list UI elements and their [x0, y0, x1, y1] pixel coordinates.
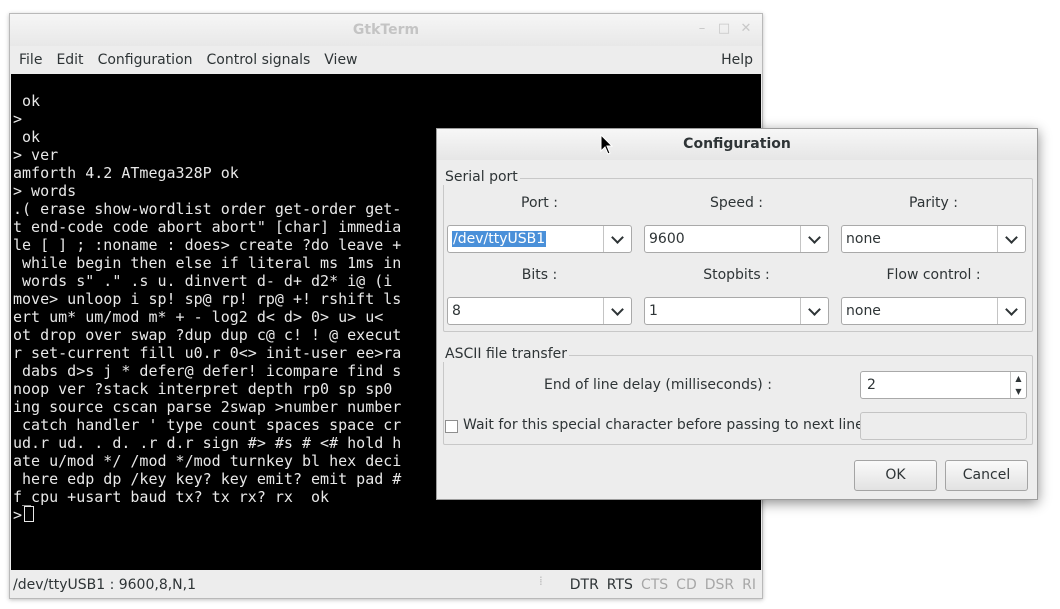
terminal-line: ok: [13, 128, 41, 146]
terminal-line: words s" ." .s u. dinvert d- d+ d2* i@ (…: [13, 272, 393, 290]
speed-label: Speed :: [709, 195, 764, 211]
chevron-down-icon: [808, 302, 821, 316]
serial-port-frame-label: Serial port: [443, 169, 520, 185]
terminal-cursor: [24, 506, 35, 522]
wait-character-label[interactable]: Wait for this special character before p…: [463, 417, 873, 433]
signal-dsr: DSR: [704, 576, 735, 593]
menu-control-signals[interactable]: Control signals: [200, 52, 318, 68]
port-dropdown-button[interactable]: [603, 226, 631, 252]
window-title: GtkTerm: [352, 22, 420, 38]
separator-grip-icon: ⁞: [539, 574, 543, 588]
menu-view[interactable]: View: [317, 52, 364, 68]
mouse-pointer-icon: [600, 134, 613, 155]
spin-up-icon[interactable]: ▲: [1015, 374, 1021, 383]
terminal-line: r set-current fill u0.r 0<> init-user ee…: [13, 344, 402, 362]
parity-value: none: [846, 231, 881, 247]
terminal-line: catch handler ' type count spaces space …: [13, 416, 402, 434]
stopbits-value: 1: [649, 303, 658, 319]
terminal-line: t end-code code abort abort" [char] imme…: [13, 218, 402, 236]
chevron-down-icon: [1005, 230, 1018, 244]
stopbits-label: Stopbits :: [703, 267, 770, 283]
menu-edit[interactable]: Edit: [49, 52, 90, 68]
chevron-down-icon: [611, 302, 624, 316]
menu-help[interactable]: Help: [714, 52, 760, 68]
flow-control-value: none: [846, 303, 881, 319]
ascii-transfer-frame-label: ASCII file transfer: [443, 346, 570, 362]
minimize-icon[interactable]: –: [694, 20, 710, 38]
dialog-titlebar[interactable]: Configuration: [437, 129, 1037, 160]
terminal-line: f_cpu +usart baud tx? tx rx? rx ok: [13, 488, 330, 506]
terminal-line: ert um* um/mod m* + - log2 d< d> 0> u> u…: [13, 308, 393, 326]
terminal-line: ud.r ud. . d. .r d.r sign #> #s # <# hol…: [13, 434, 402, 452]
statusbar: /dev/ttyUSB1 : 9600,8,N,1 ⁞ DTR RTS CTS …: [10, 571, 762, 598]
port-label: Port :: [521, 195, 558, 211]
port-combo[interactable]: /dev/ttyUSB1: [447, 225, 632, 253]
close-icon[interactable]: ✕: [738, 20, 754, 38]
speed-combo[interactable]: 9600: [644, 225, 829, 253]
terminal-line: while begin then else if literal ms 1ms …: [13, 254, 402, 272]
flow-control-label: Flow control :: [886, 267, 981, 283]
speed-dropdown-button[interactable]: [800, 226, 828, 252]
terminal-line: ing source cscan parse 2swap >number num…: [13, 398, 402, 416]
signal-dtr: DTR: [569, 576, 599, 593]
flow-control-combo[interactable]: none: [841, 297, 1026, 325]
terminal-line: .( erase show-wordlist order get-order g…: [13, 200, 402, 218]
speed-value[interactable]: 9600: [649, 231, 685, 247]
terminal-line: move> unloop i sp! sp@ rp! rp@ +! rshift…: [13, 290, 402, 308]
bits-combo[interactable]: 8: [447, 297, 632, 325]
chevron-down-icon: [808, 230, 821, 244]
signal-cts: CTS: [640, 576, 669, 593]
ok-button[interactable]: OK: [854, 460, 937, 491]
flow-control-dropdown-button[interactable]: [997, 298, 1025, 324]
menubar: File Edit Configuration Control signals …: [10, 46, 762, 74]
port-value[interactable]: /dev/ttyUSB1: [452, 231, 547, 247]
cancel-button[interactable]: Cancel: [945, 460, 1028, 491]
terminal-line: ot drop over swap ?dup dup c@ c! ! @ exe…: [13, 326, 402, 344]
terminal-line: noop ver ?stack interpret depth rp0 sp s…: [13, 380, 402, 398]
eol-delay-label: End of line delay (milliseconds) :: [544, 377, 772, 393]
terminal-line: >: [13, 110, 23, 128]
bits-value: 8: [452, 303, 461, 319]
maximize-icon[interactable]: □: [716, 20, 732, 38]
terminal-line: le [ ] ; :noname : does> create ?do leav…: [13, 236, 402, 254]
menu-configuration[interactable]: Configuration: [91, 52, 200, 68]
chevron-down-icon: [611, 230, 624, 244]
window-titlebar[interactable]: GtkTerm – □ ✕: [10, 14, 762, 46]
terminal-line: dabs d>s j * defer@ defer! icompare find…: [13, 362, 402, 380]
signal-ri: RI: [742, 576, 756, 593]
dialog-title: Configuration: [683, 136, 791, 152]
eol-delay-value[interactable]: 2: [867, 377, 876, 393]
terminal-line: here edp dp /key key? key emit? emit pad…: [13, 470, 402, 488]
terminal-line: ok: [13, 92, 41, 110]
terminal-line: > ver: [13, 146, 59, 164]
wait-character-checkbox[interactable]: [445, 420, 458, 433]
configuration-dialog: Configuration Serial port Port : Speed :…: [436, 128, 1038, 500]
eol-delay-spinner[interactable]: 2 ▲ ▼: [860, 371, 1027, 399]
chevron-down-icon: [1005, 302, 1018, 316]
terminal-prompt: >: [13, 506, 23, 524]
parity-combo[interactable]: none: [841, 225, 1026, 253]
parity-dropdown-button[interactable]: [997, 226, 1025, 252]
menu-file[interactable]: File: [12, 52, 49, 68]
terminal-line: ate u/mod */ /mod */mod turnkey bl hex d…: [13, 452, 402, 470]
stopbits-combo[interactable]: 1: [644, 297, 829, 325]
terminal-line: amforth 4.2 ATmega328P ok: [13, 164, 239, 182]
bits-dropdown-button[interactable]: [603, 298, 631, 324]
spin-down-icon[interactable]: ▼: [1015, 387, 1021, 396]
signal-cd: CD: [676, 576, 697, 593]
stopbits-dropdown-button[interactable]: [800, 298, 828, 324]
parity-label: Parity :: [909, 195, 958, 211]
bits-label: Bits :: [521, 267, 558, 283]
wait-character-input[interactable]: [860, 412, 1027, 440]
port-status: /dev/ttyUSB1 : 9600,8,N,1: [13, 576, 197, 593]
signal-rts: RTS: [606, 576, 633, 593]
terminal-line: > words: [13, 182, 77, 200]
